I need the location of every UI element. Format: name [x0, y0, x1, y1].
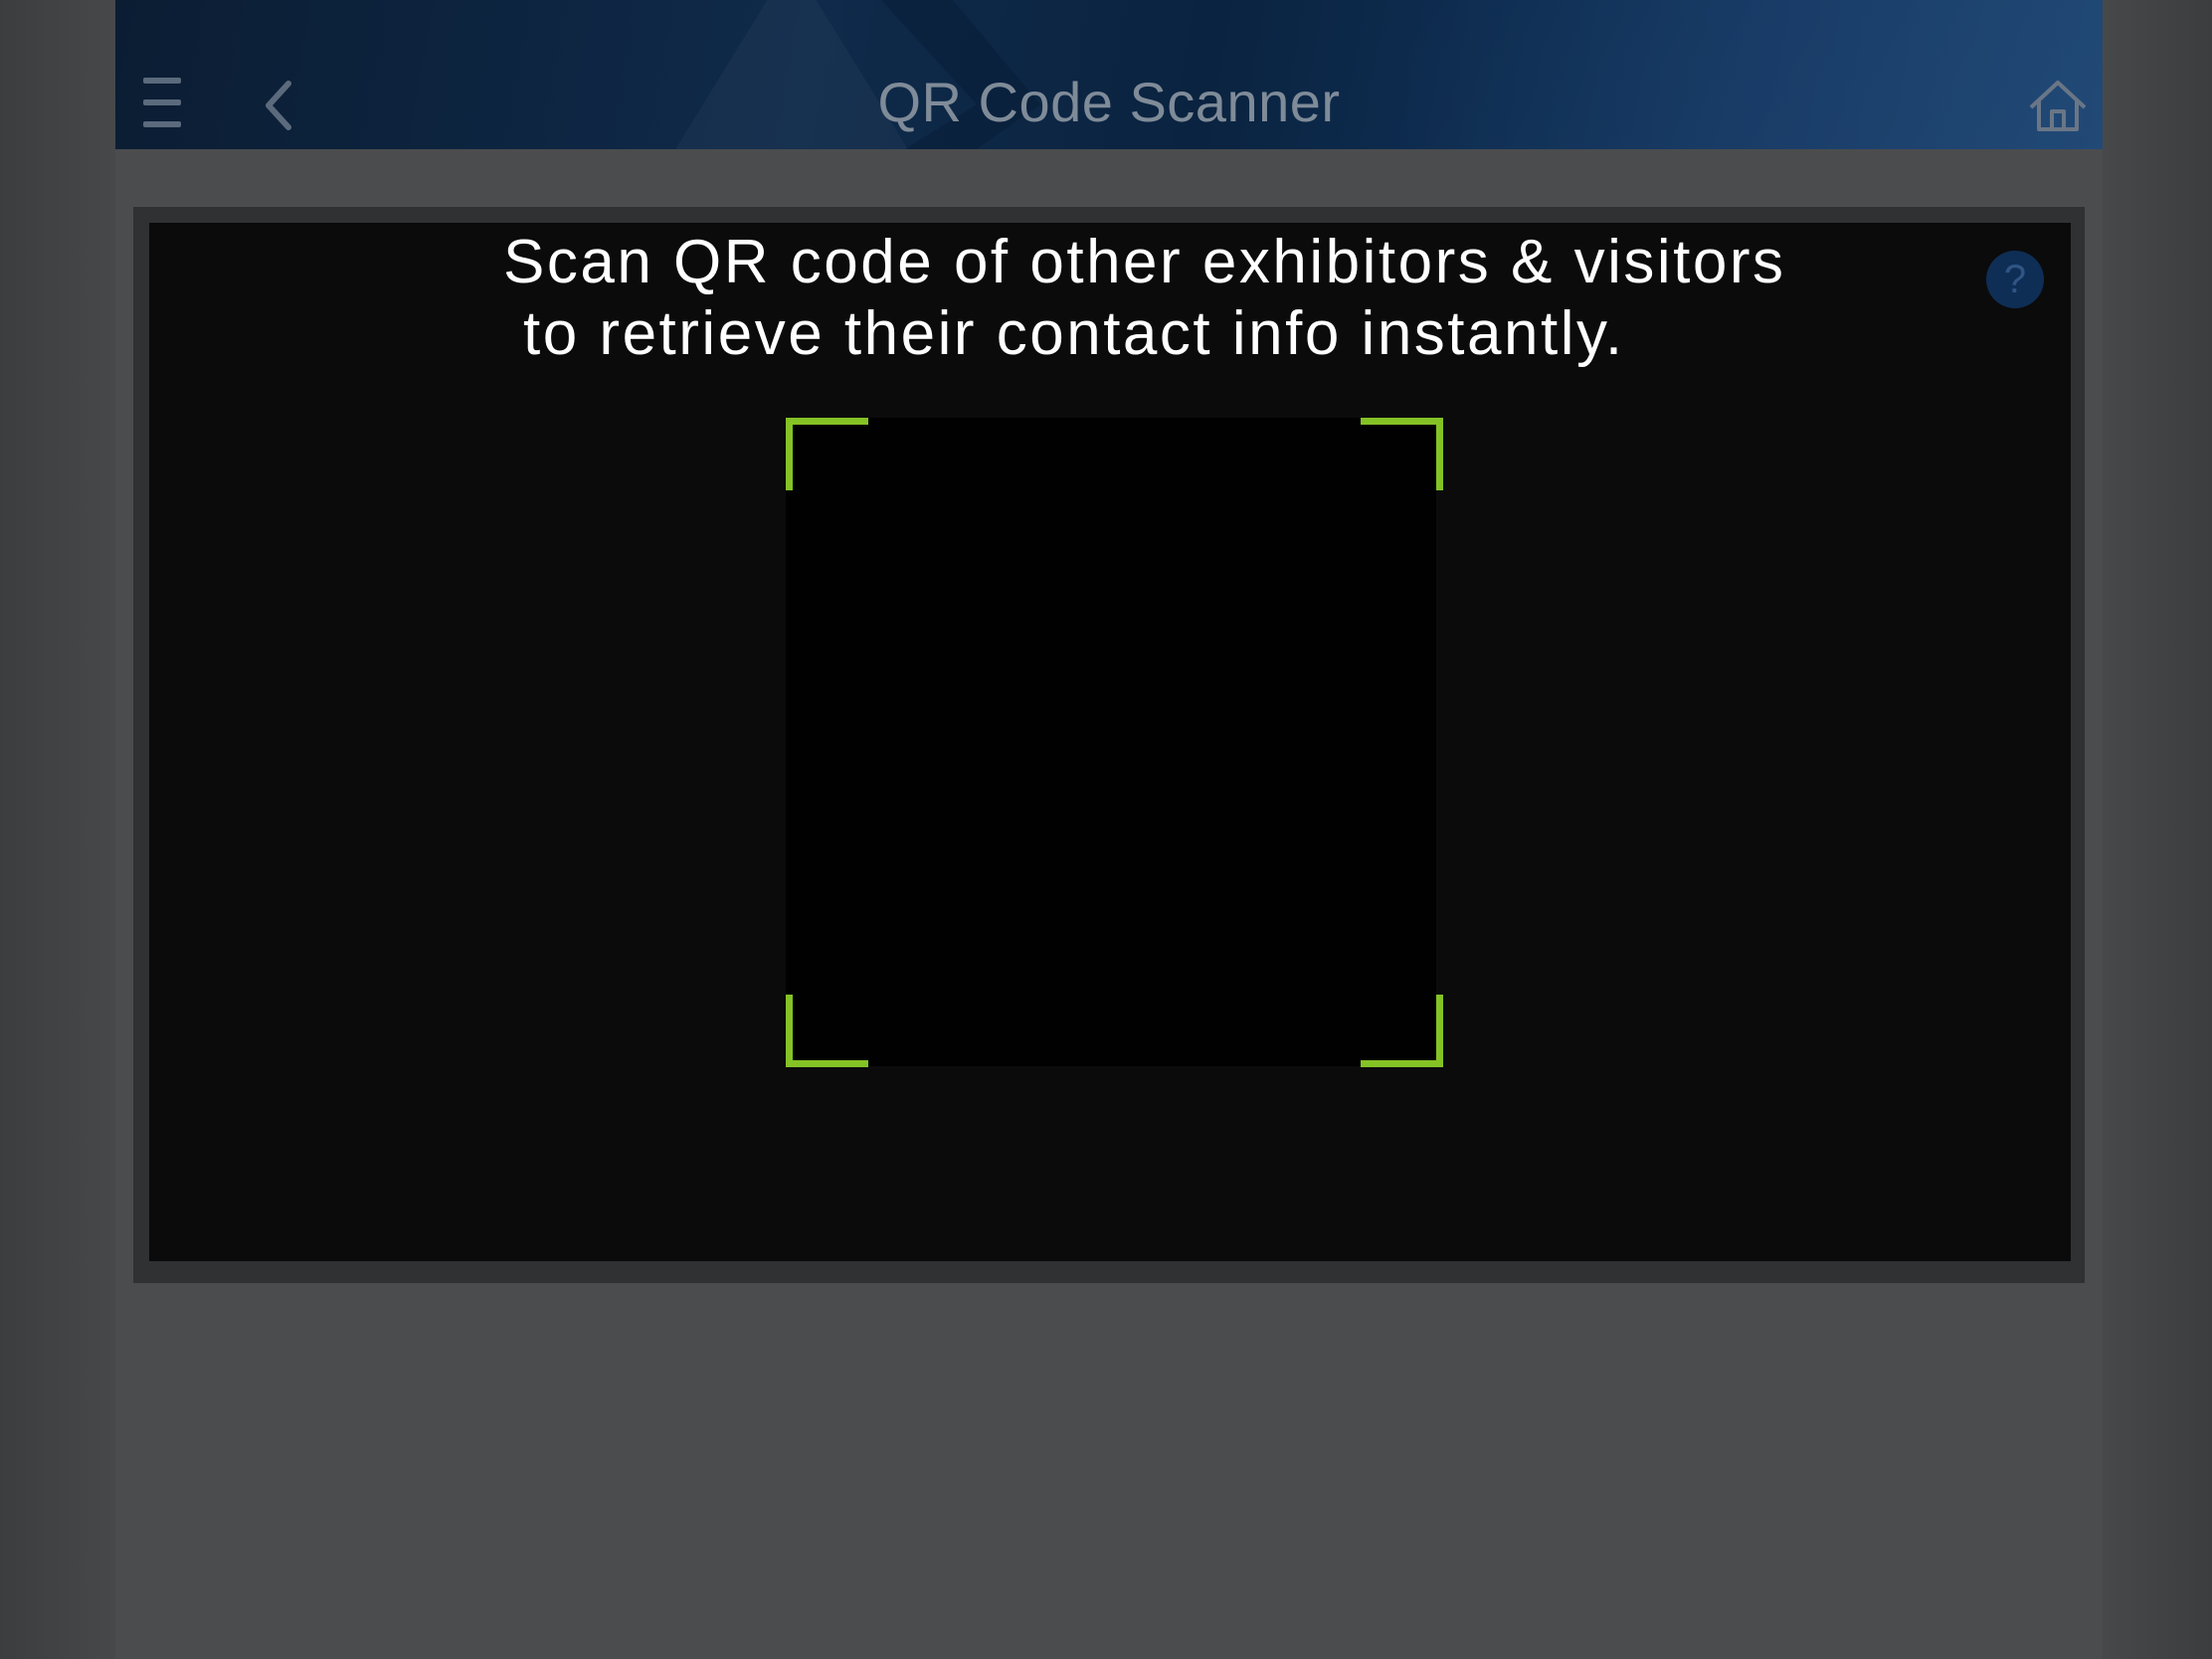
help-button[interactable]: ?	[1986, 251, 2044, 308]
instruction-line-2: to retrieve their contact info instantly…	[523, 299, 1625, 368]
viewfinder-corner-top-left	[786, 418, 868, 490]
left-backdrop	[0, 0, 115, 1659]
app-window: QR Code Scanner Scan QR code of other ex…	[115, 0, 2103, 1659]
viewfinder-corner-top-right	[1361, 418, 1443, 490]
home-icon	[2029, 81, 2087, 131]
instruction-line-1: Scan QR code of other exhibitors & visit…	[503, 228, 1786, 296]
qr-viewfinder	[786, 418, 1436, 1066]
viewfinder-corner-bottom-left	[786, 995, 868, 1067]
page-title: QR Code Scanner	[877, 71, 1341, 133]
header-bar: QR Code Scanner	[115, 0, 2103, 149]
viewfinder-corner-bottom-right	[1361, 995, 1443, 1067]
home-button[interactable]	[2027, 78, 2089, 133]
right-backdrop	[2103, 0, 2212, 1659]
